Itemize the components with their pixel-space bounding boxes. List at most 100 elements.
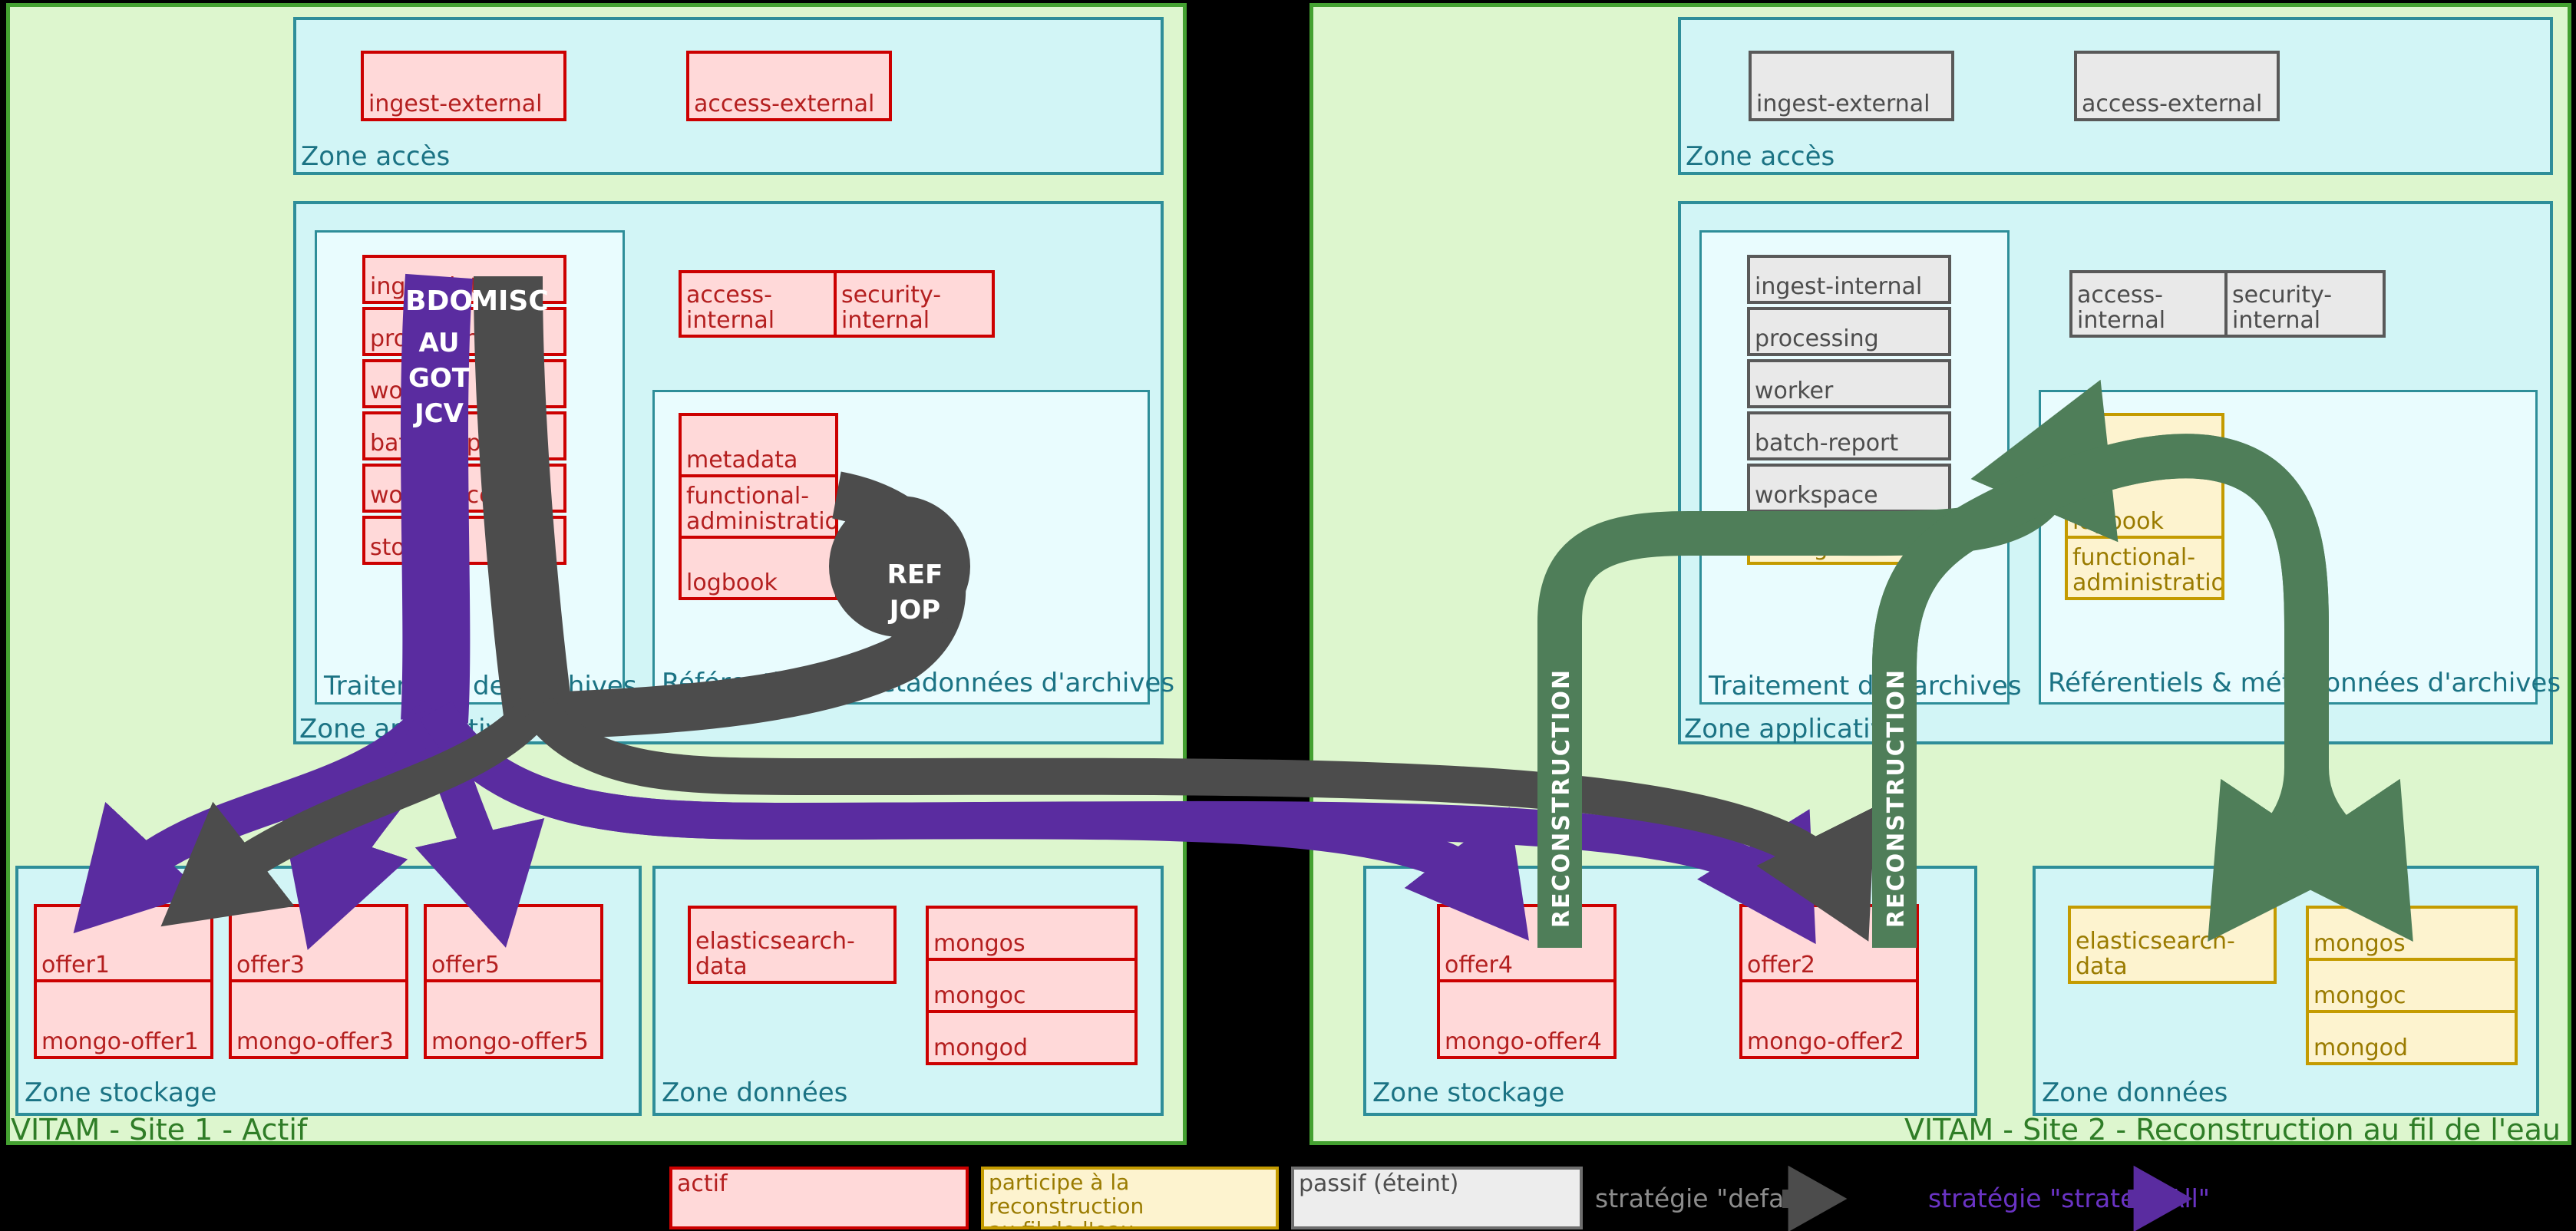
node-label: mongod xyxy=(933,1035,1029,1061)
node-label: elasticsearch-data xyxy=(2076,928,2235,980)
node-label: access-internal xyxy=(686,282,775,334)
legend-passif: passif (éteint) xyxy=(1291,1167,1583,1229)
node-label: metadata xyxy=(686,447,798,474)
site1-node-offer1: offer1 xyxy=(34,904,213,982)
site2-zone-acces-label: Zone accès xyxy=(1686,141,1835,172)
site2-node-mongod: mongod xyxy=(2306,1010,2518,1065)
site1-node-elasticsearch-data: elasticsearch-data xyxy=(688,906,897,984)
site2-referentiels-label: Référentiels & métadonnées d'archives xyxy=(2048,668,2561,698)
site2-traitement-label: Traitement des archives xyxy=(1709,671,2022,701)
site1-traitement-label: Traitement des archives xyxy=(324,671,637,701)
site2-zone-applicative-label: Zone applicative xyxy=(1684,714,1902,744)
site2-node-offer4: offer4 xyxy=(1437,904,1617,982)
site1-zone-applicative-label: Zone applicative xyxy=(299,714,517,744)
site1-node-processing: processing xyxy=(362,307,566,356)
site1-node-mongo-offer1: mongo-offer1 xyxy=(34,979,213,1059)
node-label: mongo-offer2 xyxy=(1747,1028,1904,1055)
node-label: metadata xyxy=(2072,447,2185,474)
site2-node-metadata: metadata xyxy=(2065,413,2224,477)
node-label: worker xyxy=(1755,378,1834,404)
site2-node-batch-report: batch-report xyxy=(1747,411,1951,460)
node-label: ingest-internal xyxy=(1755,273,1923,300)
site1-node-metadata: metadata xyxy=(679,413,838,477)
site1-node-batch-report: batch-report xyxy=(362,411,566,460)
site2-node-worker: worker xyxy=(1747,359,1951,408)
legend-passif-label: passif (éteint) xyxy=(1299,1170,1459,1197)
site2-node-access-external: access-external xyxy=(2074,51,2280,121)
site1-node-storage: storage xyxy=(362,516,566,565)
site1-zone-donnees-label: Zone données xyxy=(662,1078,848,1108)
node-label: processing xyxy=(370,325,494,352)
legend-participe: participe à la reconstructionau fil de l… xyxy=(981,1167,1279,1229)
site1-zone-stockage-label: Zone stockage xyxy=(25,1078,217,1108)
site2-node-offer2: offer2 xyxy=(1739,904,1919,982)
site1-node-ingest-external: ingest-external xyxy=(361,51,566,121)
node-label: security-internal xyxy=(2232,282,2333,334)
node-label: batch-report xyxy=(370,430,514,457)
legend-participe-line2: au fil de l'eau xyxy=(989,1217,1134,1226)
node-label: ingest-external xyxy=(368,91,543,117)
legend-participe-line1: participe à la reconstruction xyxy=(989,1170,1144,1219)
site1-node-mongos: mongos xyxy=(926,906,1138,961)
node-label: mongo-offer5 xyxy=(431,1028,589,1055)
site1-node-security-internal: security-internal xyxy=(834,270,995,338)
node-label: logbook xyxy=(686,569,778,596)
node-label: workspace xyxy=(1755,482,1878,509)
site1-node-offer3: offer3 xyxy=(229,904,408,982)
node-label: security-internal xyxy=(841,282,942,334)
site2-node-mongo-offer4: mongo-offer4 xyxy=(1437,979,1617,1059)
node-label: ingest-internal xyxy=(370,273,538,300)
site1-node-mongo-offer5: mongo-offer5 xyxy=(424,979,603,1059)
site2-node-mongo-offer2: mongo-offer2 xyxy=(1739,979,1919,1059)
site2-node-security-internal: security-internal xyxy=(2224,270,2386,338)
site1-node-mongod: mongod xyxy=(926,1010,1138,1065)
site1-node-worker: worker xyxy=(362,359,566,408)
node-label: elasticsearch-data xyxy=(695,928,855,980)
node-label: functional-administration xyxy=(686,483,838,535)
site1-referentiels-label: Référentiels & métadonnées d'archives xyxy=(662,668,1175,698)
site1-zone-acces-label: Zone accès xyxy=(301,141,451,172)
node-label: logbook xyxy=(2072,508,2164,535)
node-label: storage xyxy=(1755,534,1842,561)
site2-title: VITAM - Site 2 - Reconstruction au fil d… xyxy=(1904,1113,2561,1147)
node-label: functional-administration xyxy=(2072,544,2224,596)
site2-node-storage: storage xyxy=(1747,516,1951,565)
site2-node-functional-administration: functional-administration xyxy=(2065,536,2224,600)
node-label: offer4 xyxy=(1445,952,1513,979)
node-label: access-internal xyxy=(2077,282,2166,334)
site1-node-functional-administration: functional-administration xyxy=(679,474,838,539)
legend-participe-label: participe à la reconstructionau fil de l… xyxy=(989,1170,1271,1226)
site2-node-workspace: workspace xyxy=(1747,464,1951,513)
node-label: mongoc xyxy=(2313,982,2406,1009)
site2-node-elasticsearch-data: elasticsearch-data xyxy=(2068,906,2277,984)
node-label: offer5 xyxy=(431,952,500,979)
site2-node-ingest-internal: ingest-internal xyxy=(1747,255,1951,304)
node-label: workspace xyxy=(370,482,494,509)
site2-node-processing: processing xyxy=(1747,307,1951,356)
node-label: access-external xyxy=(2082,91,2263,117)
node-label: offer2 xyxy=(1747,952,1815,979)
node-label: worker xyxy=(370,378,449,404)
node-label: mongoc xyxy=(933,982,1026,1009)
site1-node-offer5: offer5 xyxy=(424,904,603,982)
site1-node-workspace: workspace xyxy=(362,464,566,513)
site1-node-mongoc: mongoc xyxy=(926,958,1138,1013)
node-label: mongos xyxy=(2313,930,2406,957)
site1-node-access-internal: access-internal xyxy=(679,270,837,338)
site1-node-mongo-offer3: mongo-offer3 xyxy=(229,979,408,1059)
node-label: mongos xyxy=(933,930,1025,957)
node-label: batch-report xyxy=(1755,430,1899,457)
node-label: processing xyxy=(1755,325,1879,352)
legend-strategy-default-label: stratégie "default" xyxy=(1595,1183,1829,1213)
site1-title: VITAM - Site 1 - Actif xyxy=(11,1113,308,1147)
node-label: mongo-offer3 xyxy=(236,1028,394,1055)
vitam-architecture-diagram: ingest-external access-external Zone acc… xyxy=(0,0,2576,1231)
node-label: storage xyxy=(370,534,457,561)
site2-zone-stockage-label: Zone stockage xyxy=(1372,1078,1565,1108)
node-label: offer3 xyxy=(236,952,305,979)
legend-strategy-all-label: stratégie "strategyAll" xyxy=(1928,1183,2210,1213)
site1-node-logbook: logbook xyxy=(679,536,838,600)
legend-actif: actif xyxy=(669,1167,969,1229)
legend-actif-label: actif xyxy=(677,1170,728,1197)
node-label: mongo-offer4 xyxy=(1445,1028,1602,1055)
